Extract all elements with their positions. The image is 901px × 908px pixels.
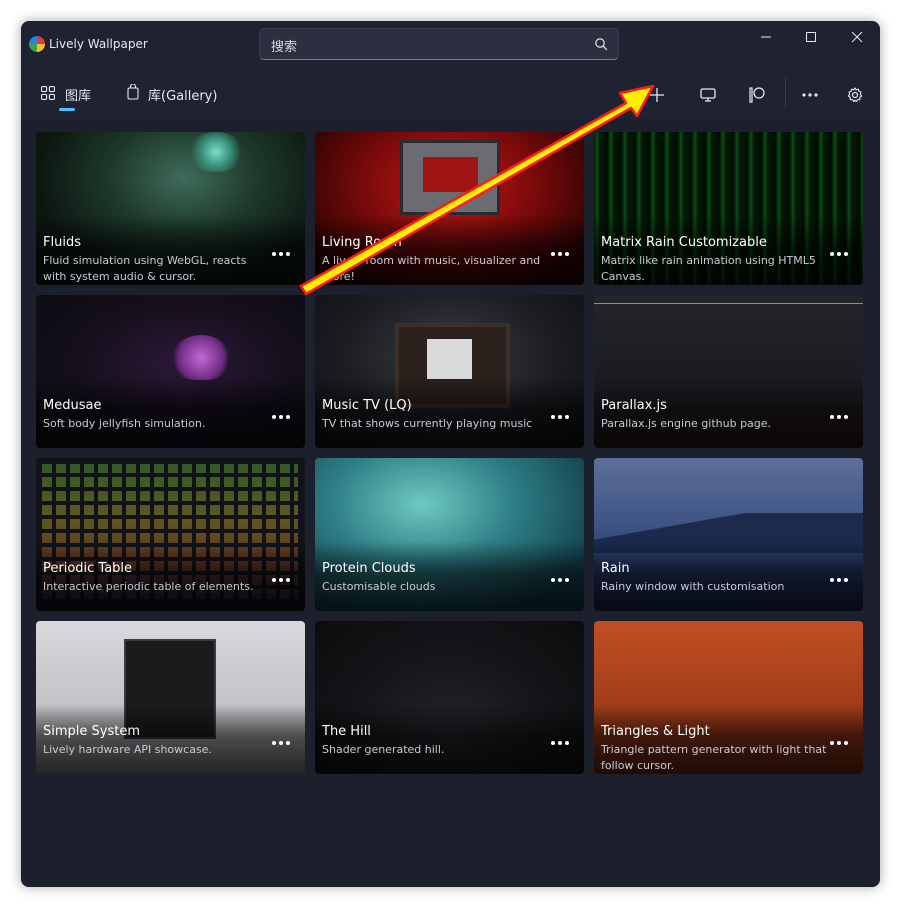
- tab-gallery[interactable]: 库(Gallery): [125, 81, 235, 107]
- screen-layout-button[interactable]: [694, 81, 722, 109]
- wallpaper-description: Interactive periodic table of elements.: [43, 580, 254, 593]
- tab-gallery-label: 库(Gallery): [148, 89, 218, 104]
- more-options-icon[interactable]: [830, 575, 850, 585]
- wallpaper-title: Music TV (LQ): [322, 398, 412, 413]
- wallpaper-description: Matrix like rain animation using HTML5 C…: [601, 254, 816, 283]
- tab-library-label: 图库: [65, 89, 92, 104]
- wallpaper-title: Simple System: [43, 724, 140, 739]
- search-box[interactable]: 搜索: [259, 28, 619, 60]
- wallpaper-card-the-hill[interactable]: The Hill Shader generated hill.: [315, 621, 584, 774]
- minimize-icon: [761, 36, 771, 38]
- wallpaper-card-matrix-rain[interactable]: Matrix Rain Customizable Matrix like rai…: [594, 132, 863, 285]
- wallpaper-thumbnail: [186, 132, 246, 172]
- wallpaper-card-protein-clouds[interactable]: Protein Clouds Customisable clouds: [315, 458, 584, 611]
- wallpaper-grid: Fluids Fluid simulation using WebGL, rea…: [21, 119, 880, 887]
- wallpaper-title: Medusae: [43, 398, 102, 413]
- more-options-icon[interactable]: [830, 249, 850, 259]
- wallpaper-description: Soft body jellyfish simulation.: [43, 417, 206, 430]
- more-options-icon[interactable]: [551, 575, 571, 585]
- patreon-icon: [749, 87, 765, 103]
- wallpaper-card-parallax[interactable]: Parallax.js Parallax.js engine github pa…: [594, 295, 863, 448]
- more-options-icon[interactable]: [551, 738, 571, 748]
- wallpaper-title: Living Room: [322, 235, 402, 250]
- wallpaper-description: Rainy window with customisation: [601, 580, 785, 593]
- add-wallpaper-button[interactable]: [643, 81, 671, 109]
- wallpaper-description: A lively room with music, visualizer and…: [322, 254, 541, 283]
- wallpaper-thumbnail: [594, 303, 863, 304]
- settings-icon: [847, 87, 863, 103]
- bag-icon: [127, 84, 139, 100]
- wallpaper-card-periodic-table[interactable]: Periodic Table Interactive periodic tabl…: [36, 458, 305, 611]
- more-options-icon[interactable]: [272, 738, 292, 748]
- wallpaper-card-music-tv[interactable]: Music TV (LQ) TV that shows currently pl…: [315, 295, 584, 448]
- app-title: Lively Wallpaper: [49, 37, 148, 51]
- wallpaper-description: Shader generated hill.: [322, 743, 445, 756]
- wallpaper-title: Triangles & Light: [601, 724, 710, 739]
- wallpaper-card-triangles-light[interactable]: Triangles & Light Triangle pattern gener…: [594, 621, 863, 774]
- tab-selected-indicator: [59, 108, 75, 111]
- wallpaper-card-simple-system[interactable]: Simple System Lively hardware API showca…: [36, 621, 305, 774]
- wallpaper-card-rain[interactable]: Rain Rainy window with customisation: [594, 458, 863, 611]
- tab-library[interactable]: 图库: [39, 81, 99, 107]
- monitor-icon: [700, 88, 716, 102]
- maximize-icon: [806, 32, 816, 42]
- minimize-button[interactable]: [743, 21, 789, 53]
- close-icon: [851, 31, 863, 43]
- nav-bar: 图库 库(Gallery): [21, 69, 880, 119]
- wallpaper-card-medusae[interactable]: Medusae Soft body jellyfish simulation.: [36, 295, 305, 448]
- wallpaper-description: Parallax.js engine github page.: [601, 417, 772, 430]
- search-placeholder: 搜索: [271, 40, 298, 55]
- toolbar-separator: [785, 78, 786, 108]
- grid-icon: [41, 86, 55, 100]
- maximize-button[interactable]: [788, 21, 834, 53]
- wallpaper-title: Parallax.js: [601, 398, 667, 413]
- more-options-button[interactable]: [796, 81, 824, 109]
- wallpaper-title: The Hill: [322, 724, 371, 739]
- wallpaper-description: Triangle pattern generator with light th…: [601, 743, 827, 772]
- more-options-icon[interactable]: [551, 412, 571, 422]
- app-window: Lively Wallpaper 搜索 图库 库(Gallery) Fluids…: [21, 21, 880, 887]
- wallpaper-thumbnail: [400, 140, 500, 215]
- wallpaper-card-living-room[interactable]: Living Room A lively room with music, vi…: [315, 132, 584, 285]
- wallpaper-title: Matrix Rain Customizable: [601, 235, 767, 250]
- more-options-icon[interactable]: [272, 575, 292, 585]
- wallpaper-thumbnail: [171, 335, 231, 380]
- wallpaper-title: Periodic Table: [43, 561, 133, 576]
- wallpaper-description: Fluid simulation using WebGL, reacts wit…: [43, 254, 247, 283]
- more-options-icon[interactable]: [272, 412, 292, 422]
- wallpaper-card-fluids[interactable]: Fluids Fluid simulation using WebGL, rea…: [36, 132, 305, 285]
- close-button[interactable]: [834, 21, 880, 53]
- add-icon: [650, 88, 664, 102]
- wallpaper-description: TV that shows currently playing music: [322, 417, 533, 430]
- lively-logo-icon: [29, 36, 45, 52]
- more-options-icon[interactable]: [551, 249, 571, 259]
- wallpaper-title: Fluids: [43, 235, 81, 250]
- patreon-button[interactable]: [743, 81, 771, 109]
- wallpaper-description: Lively hardware API showcase.: [43, 743, 212, 756]
- title-bar: Lively Wallpaper 搜索: [21, 21, 880, 69]
- search-icon[interactable]: [594, 37, 608, 51]
- wallpaper-title: Protein Clouds: [322, 561, 416, 576]
- settings-button[interactable]: [841, 81, 869, 109]
- more-icon: [802, 93, 818, 97]
- more-options-icon[interactable]: [830, 412, 850, 422]
- wallpaper-description: Customisable clouds: [322, 580, 436, 593]
- more-options-icon[interactable]: [272, 249, 292, 259]
- more-options-icon[interactable]: [830, 738, 850, 748]
- wallpaper-title: Rain: [601, 561, 630, 576]
